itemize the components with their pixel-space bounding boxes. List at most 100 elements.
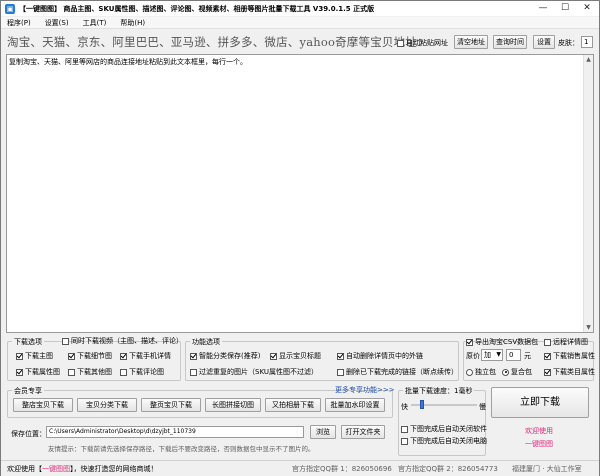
query-time-button[interactable]: 查询时间: [493, 35, 527, 49]
check-icon: [544, 338, 551, 346]
export-csv-checkbox[interactable]: 导出淘宝CSV数据包: [466, 337, 538, 347]
skin-input[interactable]: 1: [581, 36, 593, 48]
app-window: ▣ 【一键图图】 商品主图、SKU属性图、描述图、评论图、视频素材、相册等图片批…: [0, 0, 600, 476]
download-review-image-checkbox[interactable]: 下载评论图: [120, 367, 164, 377]
check-icon: [120, 368, 127, 376]
url-source-label: 淘宝、天猫、京东、阿里巴巴、亚马逊、拼多多、微店、yahoo奇摩等宝贝地址：: [7, 35, 429, 49]
download-options-title: 下载选项: [12, 337, 44, 347]
remove-external-links-checkbox[interactable]: 自动删除详情页中的外链: [337, 351, 423, 361]
delete-finished-links-checkbox[interactable]: 删除已下载完成的链接（断点续传）: [337, 367, 458, 377]
auto-paste-check-icon: [397, 39, 404, 47]
close-button[interactable]: ✕: [576, 1, 598, 16]
download-sales-attr-checkbox[interactable]: 下载销售属性: [544, 351, 595, 361]
watermark-settings-button[interactable]: 批量加水印设置: [325, 398, 385, 412]
minimize-button[interactable]: —: [532, 1, 554, 16]
price-operator-dropdown[interactable]: 加 ▼: [481, 349, 503, 361]
filter-duplicates-label: 过滤重复的图片（SKU属性图不过滤）: [199, 368, 318, 376]
scroll-down-icon[interactable]: ▼: [584, 323, 593, 332]
function-options-title: 功能选项: [190, 337, 222, 347]
open-folder-button[interactable]: 打开文件夹: [341, 425, 385, 439]
category-download-button[interactable]: 宝贝分类下载: [77, 398, 137, 412]
auto-shutdown-checkbox[interactable]: 下图完成后自动关闭电脑: [401, 436, 487, 446]
check-icon: [16, 368, 23, 376]
download-main-image-checkbox[interactable]: 下载主图: [16, 351, 53, 361]
chevron-down-icon: ▼: [496, 351, 501, 358]
speed-title: 批量下载速度：1毫秒: [403, 386, 475, 396]
speed-slider-thumb[interactable]: [420, 400, 425, 409]
check-icon: [337, 368, 344, 376]
clear-address-button[interactable]: 清空地址: [454, 35, 488, 49]
member-title: 会员专享: [12, 386, 44, 396]
menu-bar: 程序(P) 设置(S) 工具(T) 帮助(H): [1, 17, 599, 29]
status-welcome-suffix: 】，快速打造您的网络商城！: [70, 465, 158, 473]
skin-label: 皮肤：: [558, 39, 579, 47]
download-mobile-detail-checkbox[interactable]: 下载手机详情: [120, 351, 171, 361]
check-icon: [401, 425, 408, 433]
brand-text: 一键图图: [525, 440, 553, 448]
currency-unit-label: 元: [524, 352, 531, 360]
price-amount-input[interactable]: 0: [506, 349, 521, 361]
fast-label: 快: [401, 403, 408, 411]
welcome-text: 欢迎使用: [525, 427, 553, 435]
check-icon: [466, 338, 473, 346]
original-price-label: 原价: [466, 352, 480, 360]
download-sales-attr-label: 下载销售属性: [553, 352, 595, 360]
radio-icon: [466, 368, 473, 376]
check-icon: [544, 352, 551, 360]
scroll-up-icon[interactable]: ▲: [584, 55, 593, 64]
auto-paste-checkbox[interactable]: 自动粘贴网址: [397, 38, 448, 48]
textarea-scrollbar[interactable]: ▲ ▼: [583, 55, 593, 332]
settings-button[interactable]: 设置: [533, 35, 555, 49]
check-icon: [16, 352, 23, 360]
check-icon: [190, 368, 197, 376]
status-bar: 欢迎使用【一键图图】，快速打造您的网络商城！ 官方指定QQ群 1：8260506…: [1, 460, 599, 476]
status-brand-name: 一键图图: [42, 465, 70, 473]
independent-package-radio[interactable]: 独立包: [466, 367, 496, 377]
auto-close-software-checkbox[interactable]: 下图完成后自动关闭软件: [401, 424, 487, 434]
url-textarea[interactable]: 复制淘宝、天猫、阿里等网店的商品连接地址粘贴到此文本框里，每行一个。 ▲ ▼: [6, 54, 594, 333]
download-other-image-label: 下载其他图: [77, 368, 112, 376]
maximize-button[interactable]: ☐: [554, 1, 576, 16]
smart-category-save-checkbox[interactable]: 智能分类保存(推荐): [190, 351, 260, 361]
shop-download-button[interactable]: 整店宝贝下载: [13, 398, 73, 412]
delete-finished-links-label: 删除已下载完成的链接（断点续传）: [346, 368, 458, 376]
download-other-image-checkbox[interactable]: 下载其他图: [68, 367, 112, 377]
long-image-cut-button[interactable]: 长图拼接切图: [205, 398, 261, 412]
download-category-attr-checkbox[interactable]: 下载类目属性: [544, 367, 595, 377]
download-main-image-label: 下载主图: [25, 352, 53, 360]
download-now-button[interactable]: 立即下载: [491, 387, 589, 418]
show-title-checkbox[interactable]: 显示宝贝标题: [270, 351, 321, 361]
check-icon: [120, 352, 127, 360]
page-download-button[interactable]: 整页宝贝下载: [141, 398, 201, 412]
sync-video-label: 同时下载视频（主图、描述、评论）: [71, 337, 183, 345]
download-detail-image-checkbox[interactable]: 下载细节图: [68, 351, 112, 361]
radio-icon: [502, 368, 509, 376]
check-icon: [190, 352, 197, 360]
app-logo-icon: ▣: [5, 3, 15, 14]
menu-settings[interactable]: 设置(S): [45, 18, 69, 28]
status-welcome-prefix: 欢迎使用【: [7, 465, 42, 473]
auto-paste-label: 自动粘贴网址: [406, 39, 448, 47]
check-icon: [401, 437, 408, 445]
check-icon: [68, 352, 75, 360]
sync-video-checkbox[interactable]: 同时下载视频（主图、描述、评论）: [62, 336, 183, 346]
long-detail-checkbox[interactable]: 远程详情图: [544, 337, 588, 347]
menu-help[interactable]: 帮助(H): [120, 18, 145, 28]
browse-button[interactable]: 浏览: [310, 425, 336, 439]
menu-tools[interactable]: 工具(T): [83, 18, 107, 28]
long-detail-label: 远程详情图: [553, 338, 588, 346]
save-path-input[interactable]: C:\Users\Administrator\Desktop\d\dzyjbt_…: [46, 426, 304, 438]
more-features-link[interactable]: 更多专享功能>>>: [335, 385, 395, 395]
check-icon: [68, 368, 75, 376]
window-title: 【一键图图】 商品主图、SKU属性图、描述图、评论图、视频素材、相册等图片批量下…: [19, 4, 375, 13]
sync-video-check-icon: [62, 337, 69, 345]
smart-category-save-label: 智能分类保存(推荐): [199, 352, 261, 360]
download-attr-image-checkbox[interactable]: 下载属性图: [16, 367, 60, 377]
menu-program[interactable]: 程序(P): [7, 18, 31, 28]
filter-duplicates-checkbox[interactable]: 过滤重复的图片（SKU属性图不过滤）: [190, 367, 318, 377]
show-title-label: 显示宝贝标题: [279, 352, 321, 360]
price-operator-value: 加: [484, 351, 491, 359]
upyun-album-button[interactable]: 又拍相册下载: [265, 398, 321, 412]
composite-package-radio[interactable]: 复合包: [502, 367, 532, 377]
save-hint: 友情提示：下载前请先选择保存路径，下载后不要改变路径，否则数据包中显示不了图片的…: [48, 445, 315, 453]
